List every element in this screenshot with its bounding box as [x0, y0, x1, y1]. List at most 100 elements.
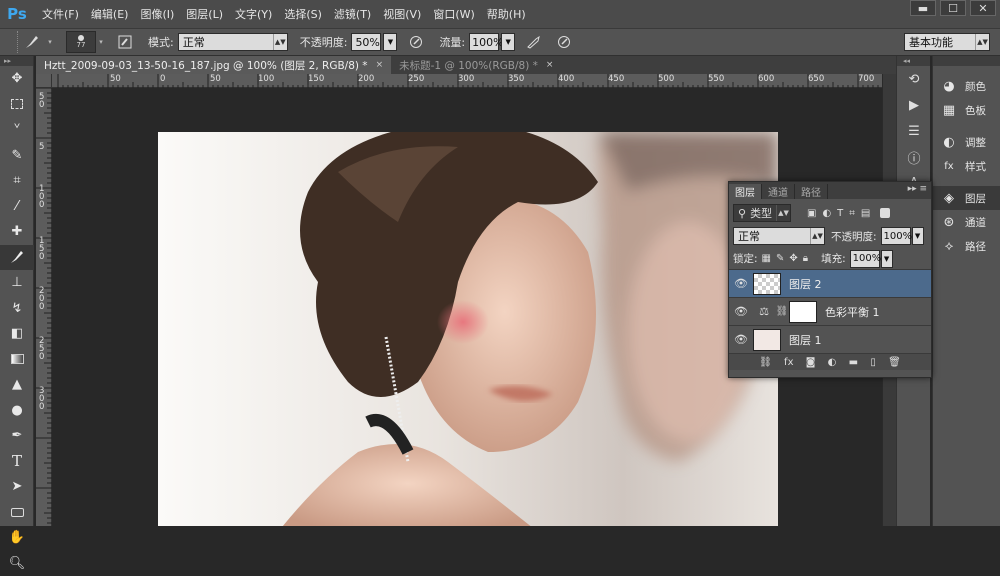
layer-row[interactable]: 👁︎ 图层 1 — [729, 326, 931, 354]
healing-brush-tool-icon[interactable]: ✚ — [0, 219, 34, 245]
brush-panel-toggle-icon[interactable] — [114, 31, 136, 53]
flow-input[interactable]: 100% — [469, 33, 499, 51]
menu-help[interactable]: 帮助(H) — [481, 6, 532, 22]
brush-tool-icon[interactable] — [0, 245, 34, 271]
eyedropper-tool-icon[interactable]: ⁄ — [0, 194, 34, 220]
panel-menu-icon[interactable]: ▸▸ ≡ — [908, 184, 927, 194]
close-button[interactable]: ✕ — [970, 0, 996, 16]
trash-icon[interactable]: 🗑︎ — [888, 357, 901, 368]
new-layer-icon[interactable]: ▯ — [870, 357, 876, 368]
panel-collapse-icon[interactable]: ◂◂ — [897, 56, 930, 66]
panel-dock: ◕颜色 ▦色板 ◐调整 fx样式 ◈图层 ⊛通道 ⟡路径 — [932, 56, 1000, 526]
group-icon[interactable]: ▬ — [849, 357, 858, 368]
updown-arrows-icon: ▲▼ — [776, 205, 790, 221]
menu-type[interactable]: 文字(Y) — [229, 6, 278, 22]
chevron-down-icon[interactable]: ▾ — [96, 38, 106, 46]
menu-filter[interactable]: 滤镜(T) — [328, 6, 377, 22]
panel-button-channels[interactable]: ⊛通道 — [933, 210, 1000, 234]
ruler-label: 5 — [39, 142, 44, 152]
mode-dropdown[interactable]: 正常▲▼ — [178, 33, 288, 51]
panel-button-styles[interactable]: fx样式 — [933, 154, 1000, 178]
tab-document-2[interactable]: 未标题-1 @ 100%(RGB/8) * × — [391, 56, 561, 74]
layers-footer: ⛓ fx ◙ ◐ ▬ ▯ 🗑︎ — [729, 354, 931, 370]
tab-paths[interactable]: 路径 — [795, 184, 828, 199]
eye-icon[interactable]: 👁︎ — [729, 277, 753, 290]
type-tool-icon[interactable]: T — [0, 449, 34, 475]
opacity-slider-toggle[interactable]: ▼ — [383, 33, 397, 51]
info-panel-icon[interactable]: ⓘ — [897, 144, 931, 170]
lasso-tool-icon[interactable]: ᘁ — [0, 117, 34, 143]
menu-view[interactable]: 视图(V) — [377, 6, 427, 22]
properties-panel-icon[interactable]: ☰ — [897, 118, 931, 144]
layer-opacity-toggle[interactable]: ▼ — [912, 227, 924, 245]
history-brush-tool-icon[interactable]: ↯ — [0, 296, 34, 322]
fill-toggle[interactable]: ▼ — [881, 250, 893, 268]
move-tool-icon[interactable]: ✥ — [0, 66, 34, 92]
panel-button-swatches[interactable]: ▦色板 — [933, 98, 1000, 122]
dodge-tool-icon[interactable]: ● — [0, 398, 34, 424]
panel-button-layers[interactable]: ◈图层 — [933, 186, 1000, 210]
fx-icon[interactable]: fx — [784, 357, 793, 368]
panel-button-adjustments[interactable]: ◐调整 — [933, 130, 1000, 154]
actions-panel-icon[interactable]: ▶ — [897, 92, 931, 118]
tab-document-1[interactable]: Hztt_2009-09-03_13-50-16_187.jpg @ 100% … — [36, 56, 391, 74]
layer-opacity-value: 100% — [884, 231, 913, 242]
adjustment-icon[interactable]: ◐ — [828, 357, 837, 368]
eye-icon[interactable]: 👁︎ — [729, 333, 753, 346]
fill-input[interactable]: 100% — [850, 250, 880, 268]
chevron-down-icon[interactable]: ▾ — [46, 38, 54, 46]
blend-mode-dropdown[interactable]: 正常▲▼ — [733, 227, 825, 245]
panel-button-color[interactable]: ◕颜色 — [933, 74, 1000, 98]
history-panel-icon[interactable]: ⟲ — [897, 66, 931, 92]
chevron-down-icon: ▼ — [388, 38, 393, 46]
layer-opacity-input[interactable]: 100% — [881, 227, 911, 245]
flow-slider-toggle[interactable]: ▼ — [501, 33, 515, 51]
gradient-tool-icon[interactable] — [0, 347, 34, 373]
marquee-tool-icon[interactable] — [0, 92, 34, 118]
pressure-opacity-icon[interactable] — [403, 31, 429, 53]
workspace-dropdown[interactable]: 基本功能▲▼ — [904, 33, 990, 51]
link-icon[interactable]: ⛓ — [759, 357, 772, 368]
menu-file[interactable]: 文件(F) — [36, 6, 85, 22]
minimize-button[interactable]: ▬ — [910, 0, 936, 16]
opacity-input[interactable]: 50% — [351, 33, 381, 51]
layer-row[interactable]: 👁︎ 图层 2 — [729, 270, 931, 298]
pen-tool-icon[interactable]: ✒ — [0, 423, 34, 449]
layer-filter-icons[interactable]: ▣◐T⌗▤ — [807, 208, 876, 219]
airbrush-icon[interactable] — [521, 31, 547, 53]
document-image[interactable] — [158, 132, 778, 526]
crop-tool-icon[interactable]: ⌗ — [0, 168, 34, 194]
quick-selection-tool-icon[interactable]: ✎ — [0, 143, 34, 169]
tab-layers[interactable]: 图层 — [729, 184, 762, 199]
hand-tool-icon[interactable]: ✋ — [0, 525, 34, 551]
horizontal-ruler: 50 0 50 100 150 200 250 300 350 400 450 … — [52, 74, 882, 88]
pressure-size-icon[interactable] — [551, 31, 577, 53]
blur-tool-icon[interactable]: ▲ — [0, 372, 34, 398]
menu-edit[interactable]: 编辑(E) — [85, 6, 135, 22]
close-icon[interactable]: × — [546, 60, 554, 70]
panel-button-paths[interactable]: ⟡路径 — [933, 234, 1000, 258]
menu-select[interactable]: 选择(S) — [278, 6, 328, 22]
layer-row[interactable]: 👁︎ ⚖ ⛓ 色彩平衡 1 — [729, 298, 931, 326]
tab-channels[interactable]: 通道 — [762, 184, 795, 199]
eraser-tool-icon[interactable]: ◧ — [0, 321, 34, 347]
close-icon[interactable]: × — [376, 60, 384, 70]
eye-icon[interactable]: 👁︎ — [729, 305, 753, 318]
zoom-tool-icon[interactable]: 🔍︎ — [0, 551, 34, 576]
menu-window[interactable]: 窗口(W) — [427, 6, 480, 22]
shape-tool-icon[interactable] — [0, 500, 34, 526]
filter-toggle-icon[interactable] — [880, 208, 890, 218]
brush-size-picker[interactable]: 77 — [66, 31, 96, 53]
menu-image[interactable]: 图像(I) — [134, 6, 180, 22]
restore-button[interactable]: ☐ — [940, 0, 966, 16]
panel-collapse-icon[interactable]: ▸▸ — [0, 56, 33, 66]
path-selection-tool-icon[interactable]: ➤ — [0, 474, 34, 500]
lock-icons[interactable]: ▦✎✥🔒︎ — [762, 253, 814, 264]
filter-type-value: 类型 — [750, 205, 772, 221]
filter-type-dropdown[interactable]: ⚲类型▲▼ — [733, 204, 791, 222]
adjustments-icon: ◐ — [939, 135, 959, 150]
mask-icon[interactable]: ◙ — [806, 357, 816, 368]
brush-tool-preset-icon[interactable] — [18, 31, 46, 53]
menu-layer[interactable]: 图层(L) — [180, 6, 229, 22]
clone-stamp-tool-icon[interactable]: ⊥ — [0, 270, 34, 296]
